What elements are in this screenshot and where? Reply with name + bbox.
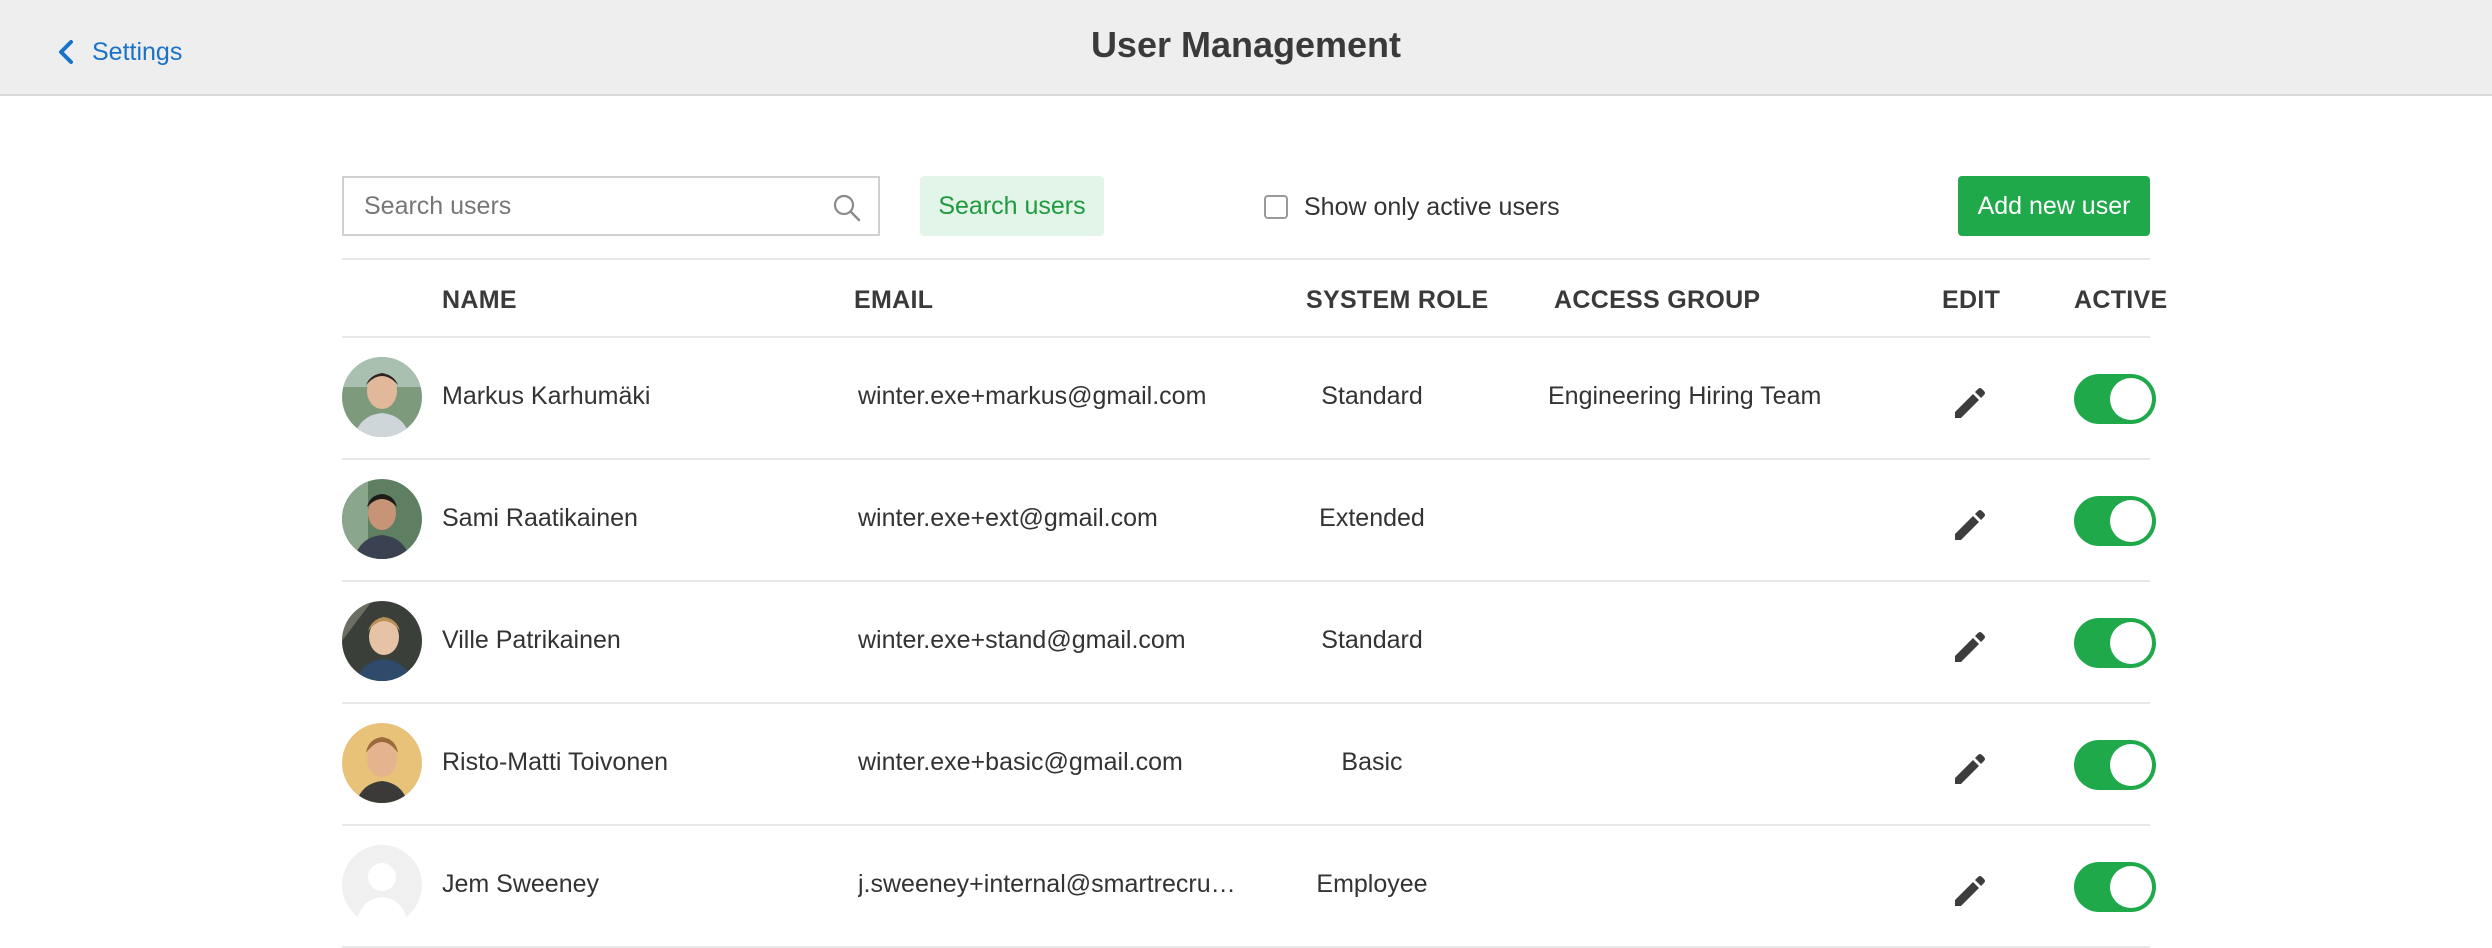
pencil-icon[interactable]	[1948, 626, 1988, 666]
search-field[interactable]	[342, 176, 880, 236]
user-name: Ville Patrikainen	[442, 626, 621, 654]
avatar	[342, 601, 422, 681]
user-system-role: Employee	[1316, 870, 1428, 898]
table-row[interactable]: Risto-Matti Toivonen winter.exe+basic@gm…	[342, 704, 2156, 826]
toggle-knob	[2110, 866, 2152, 908]
user-access-group: Engineering Hiring Team	[1548, 382, 1822, 410]
avatar	[342, 723, 422, 803]
user-name: Markus Karhumäki	[442, 382, 651, 410]
active-users-checkbox[interactable]	[1264, 195, 1288, 219]
column-header-access-group[interactable]: ACCESS GROUP	[1554, 286, 1760, 315]
column-header-edit: EDIT	[1942, 286, 2001, 314]
active-toggle[interactable]	[2074, 374, 2156, 424]
pencil-icon[interactable]	[1948, 870, 1988, 910]
user-system-role: Extended	[1319, 504, 1425, 532]
user-name: Jem Sweeney	[442, 870, 600, 898]
avatar	[342, 479, 422, 559]
search-input[interactable]	[344, 178, 878, 234]
user-email: j.sweeney+internal@smartrecruit…	[858, 870, 1238, 898]
user-email: winter.exe+stand@gmail.com	[858, 626, 1186, 654]
top-bar: Settings User Management	[0, 0, 2492, 96]
active-users-filter-label: Show only active users	[1304, 192, 1560, 221]
column-header-active: ACTIVE	[2074, 286, 2168, 314]
active-toggle[interactable]	[2074, 618, 2156, 668]
table-row[interactable]: Jem Sweeney j.sweeney+internal@smartrecr…	[342, 826, 2156, 948]
table-row[interactable]: Ville Patrikainen winter.exe+stand@gmail…	[342, 582, 2156, 704]
pencil-icon[interactable]	[1948, 382, 1988, 422]
active-toggle[interactable]	[2074, 862, 2156, 912]
user-system-role: Basic	[1341, 748, 1403, 776]
user-name: Sami Raatikainen	[442, 504, 638, 532]
user-system-role: Standard	[1321, 626, 1423, 654]
avatar-placeholder	[342, 845, 422, 925]
active-toggle[interactable]	[2074, 740, 2156, 790]
user-name: Risto-Matti Toivonen	[442, 748, 669, 776]
page-title: User Management	[1090, 24, 1402, 65]
toggle-knob	[2110, 500, 2152, 542]
pencil-icon[interactable]	[1948, 748, 1988, 788]
active-users-filter[interactable]: Show only active users	[1264, 190, 1560, 224]
search-users-button[interactable]: Search users	[920, 176, 1104, 236]
search-icon	[833, 194, 861, 222]
column-header-email[interactable]: EMAIL	[854, 286, 933, 315]
avatar	[342, 357, 422, 437]
add-new-user-button[interactable]: Add new user	[1958, 176, 2150, 236]
users-table: NAME EMAIL SYSTEM ROLE ACCESS GROUP EDIT…	[342, 258, 2167, 948]
toggle-knob	[2110, 378, 2152, 420]
table-row[interactable]: Markus Karhumäki winter.exe+markus@gmail…	[342, 338, 2156, 460]
user-email: winter.exe+markus@gmail.com	[858, 382, 1207, 410]
column-header-system-role[interactable]: SYSTEM ROLE	[1306, 286, 1489, 315]
table-header: NAME EMAIL SYSTEM ROLE ACCESS GROUP EDIT…	[342, 258, 2167, 338]
user-system-role: Standard	[1321, 382, 1423, 410]
pencil-icon[interactable]	[1948, 504, 1988, 544]
table-row[interactable]: Sami Raatikainen winter.exe+ext@gmail.co…	[342, 460, 2156, 582]
active-toggle[interactable]	[2074, 496, 2156, 546]
toggle-knob	[2110, 622, 2152, 664]
user-email: winter.exe+ext@gmail.com	[858, 504, 1158, 532]
column-header-name[interactable]: NAME	[442, 286, 517, 315]
user-email: winter.exe+basic@gmail.com	[858, 748, 1183, 776]
toggle-knob	[2110, 744, 2152, 786]
